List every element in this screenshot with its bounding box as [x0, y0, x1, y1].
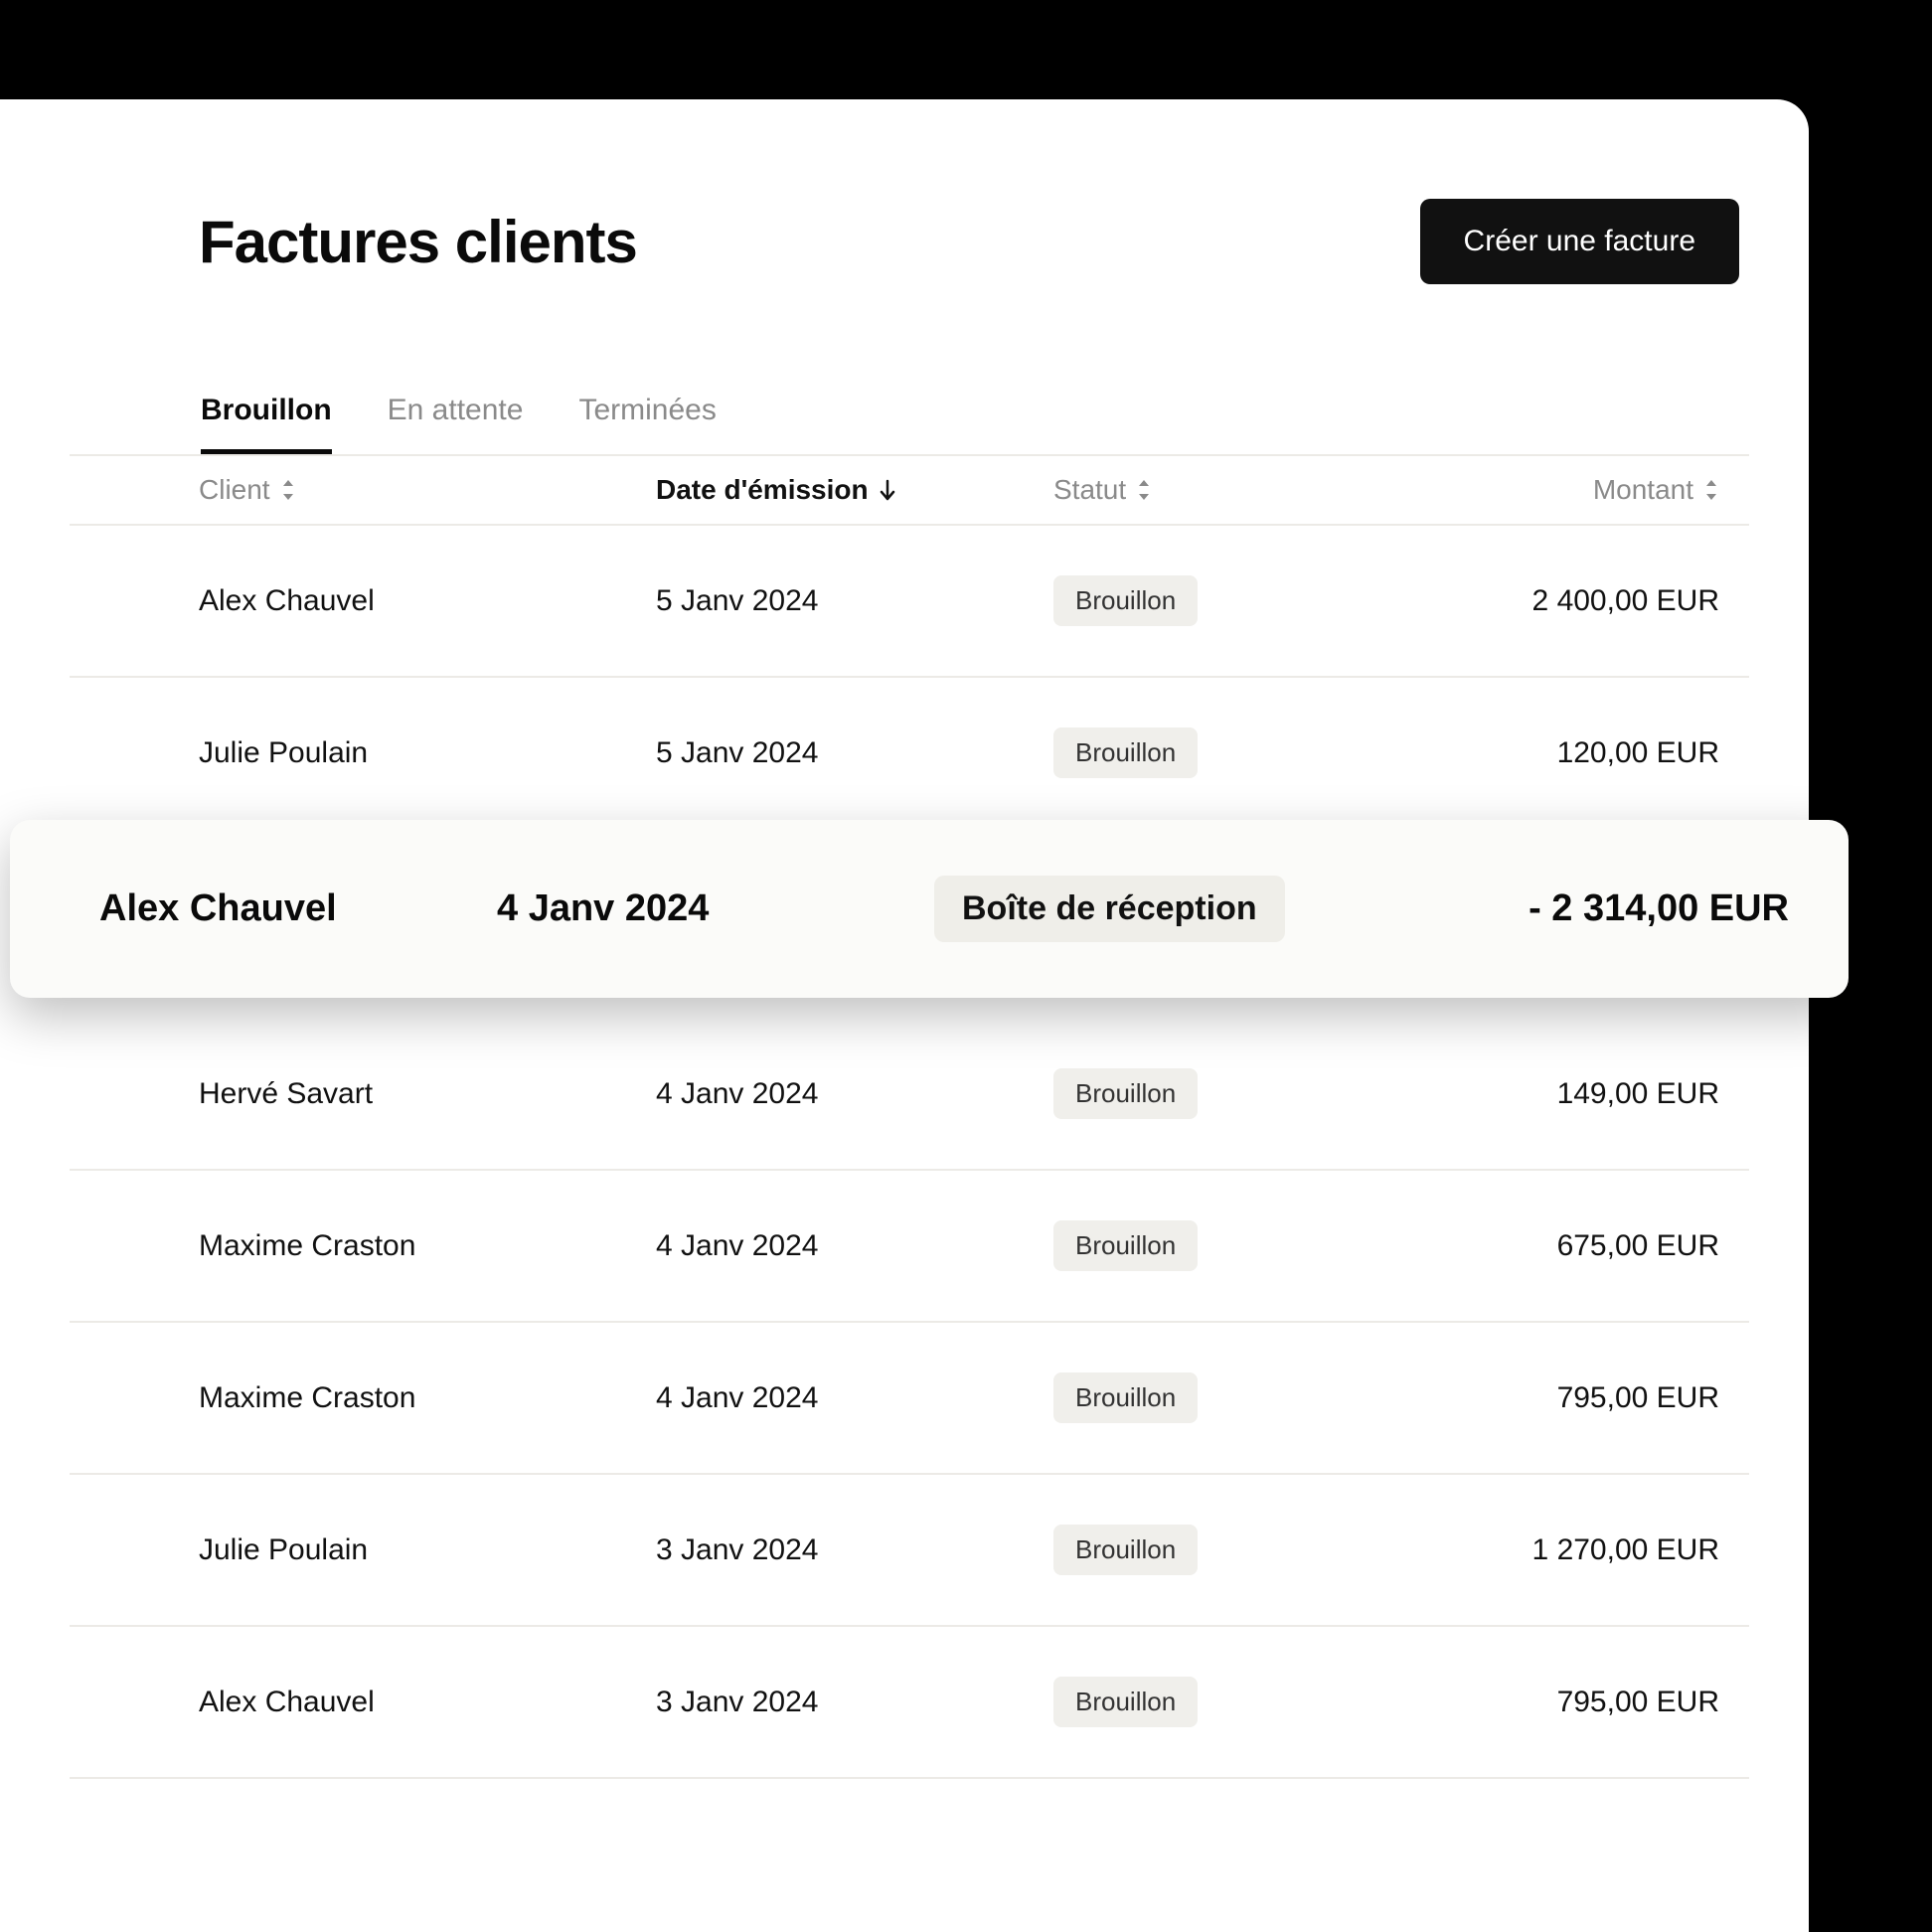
cell-amount: 120,00 EUR — [1381, 736, 1749, 770]
column-header-amount-label: Montant — [1593, 474, 1693, 506]
cell-date: 4 Janv 2024 — [656, 1077, 1053, 1111]
cell-status: Brouillon — [1053, 1677, 1381, 1727]
highlighted-invoice-card[interactable]: Alex Chauvel 4 Janv 2024 Boîte de récept… — [10, 820, 1849, 998]
table-header-row: Client Date d'émission Statut Montant — [70, 454, 1749, 526]
column-header-client[interactable]: Client — [199, 474, 656, 506]
column-header-date-label: Date d'émission — [656, 474, 869, 506]
status-badge: Brouillon — [1053, 1220, 1198, 1271]
highlighted-status-wrap: Boîte de réception — [934, 876, 1332, 942]
sort-arrows-icon — [1136, 479, 1152, 501]
status-badge: Brouillon — [1053, 1068, 1198, 1119]
table-row[interactable]: Maxime Craston4 Janv 2024Brouillon 795,00… — [70, 1323, 1749, 1475]
column-header-client-label: Client — [199, 474, 270, 506]
arrow-down-icon — [879, 479, 896, 501]
tab-brouillon[interactable]: Brouillon — [201, 394, 332, 454]
status-badge: Brouillon — [1053, 1677, 1198, 1727]
table-row[interactable]: Maxime Craston4 Janv 2024Brouillon 675,00… — [70, 1171, 1749, 1323]
cell-amount: 675,00 EUR — [1381, 1229, 1749, 1263]
cell-client: Maxime Craston — [199, 1229, 656, 1263]
cell-status: Brouillon — [1053, 1525, 1381, 1575]
sort-arrows-icon — [280, 479, 296, 501]
cell-date: 5 Janv 2024 — [656, 736, 1053, 770]
status-badge: Brouillon — [1053, 575, 1198, 626]
status-badge: Brouillon — [1053, 1372, 1198, 1423]
highlighted-status-badge: Boîte de réception — [934, 876, 1285, 942]
column-header-date[interactable]: Date d'émission — [656, 474, 1053, 506]
tab-en-attente[interactable]: En attente — [388, 394, 524, 454]
cell-client: Hervé Savart — [199, 1077, 656, 1111]
cell-amount: 2 400,00 EUR — [1381, 584, 1749, 618]
cell-client: Maxime Craston — [199, 1381, 656, 1415]
column-header-status-label: Statut — [1053, 474, 1126, 506]
page-header: Factures clients Créer une facture — [199, 199, 1739, 284]
cell-status: Brouillon — [1053, 1220, 1381, 1271]
cell-date: 5 Janv 2024 — [656, 584, 1053, 618]
table-row[interactable]: Julie Poulain5 Janv 2024Brouillon 120,00 … — [70, 678, 1749, 830]
table-row[interactable]: Julie Poulain3 Janv 2024Brouillon 1 270,0… — [70, 1475, 1749, 1627]
cell-amount: 149,00 EUR — [1381, 1077, 1749, 1111]
cell-date: 4 Janv 2024 — [656, 1381, 1053, 1415]
cell-amount: 795,00 EUR — [1381, 1381, 1749, 1415]
cell-date: 3 Janv 2024 — [656, 1686, 1053, 1719]
cell-status: Brouillon — [1053, 727, 1381, 778]
status-badge: Brouillon — [1053, 1525, 1198, 1575]
cell-date: 4 Janv 2024 — [656, 1229, 1053, 1263]
sort-arrows-icon — [1703, 479, 1719, 501]
cell-status: Brouillon — [1053, 575, 1381, 626]
create-invoice-button[interactable]: Créer une facture — [1420, 199, 1739, 284]
page-title: Factures clients — [199, 208, 637, 276]
table-row[interactable]: Alex Chauvel5 Janv 2024Brouillon 2 400,00… — [70, 526, 1749, 678]
cell-amount: 795,00 EUR — [1381, 1686, 1749, 1719]
cell-status: Brouillon — [1053, 1372, 1381, 1423]
cell-status: Brouillon — [1053, 1068, 1381, 1119]
table-row[interactable]: Hervé Savart4 Janv 2024Brouillon 149,00 E… — [70, 1019, 1749, 1171]
tab-terminées[interactable]: Terminées — [578, 394, 716, 454]
cell-date: 3 Janv 2024 — [656, 1533, 1053, 1567]
column-header-status[interactable]: Statut — [1053, 474, 1381, 506]
status-badge: Brouillon — [1053, 727, 1198, 778]
cell-client: Alex Chauvel — [199, 1686, 656, 1719]
cell-client: Julie Poulain — [199, 736, 656, 770]
table-body: Alex Chauvel5 Janv 2024Brouillon2 400,00… — [70, 526, 1749, 1779]
cell-amount: 1 270,00 EUR — [1381, 1533, 1749, 1567]
highlighted-client: Alex Chauvel — [99, 887, 497, 930]
table-row[interactable]: Alex Chauvel3 Janv 2024Brouillon 795,00 E… — [70, 1627, 1749, 1779]
cell-client: Alex Chauvel — [199, 584, 656, 618]
app-window: Factures clients Créer une facture Broui… — [0, 99, 1809, 1932]
highlighted-date: 4 Janv 2024 — [497, 887, 934, 930]
tabs-bar: Brouillon En attente Terminées — [201, 394, 1739, 454]
column-header-amount[interactable]: Montant — [1381, 474, 1749, 506]
invoice-table: Client Date d'émission Statut Montant — [70, 454, 1749, 1779]
highlighted-amount: - 2 314,00 EUR — [1332, 887, 1789, 930]
cell-client: Julie Poulain — [199, 1533, 656, 1567]
